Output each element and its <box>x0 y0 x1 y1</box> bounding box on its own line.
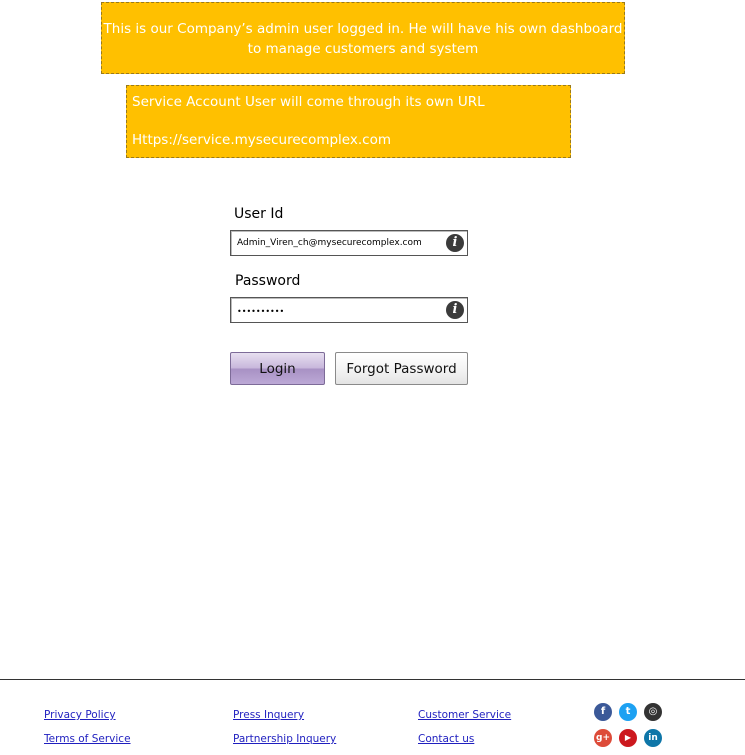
twitter-icon[interactable]: t <box>619 703 637 721</box>
password-label: Password <box>235 273 301 289</box>
user-id-label: User Id <box>234 206 284 222</box>
instagram-icon[interactable]: ◎ <box>644 703 662 721</box>
forgot-password-button[interactable]: Forgot Password <box>335 352 468 385</box>
service-annotation-text: Service Account User will come through i… <box>132 94 485 110</box>
service-annotation-note: Service Account User will come through i… <box>126 85 571 158</box>
footer-divider <box>0 679 745 680</box>
partnership-inquery-link[interactable]: Partnership Inquery <box>233 733 336 745</box>
admin-annotation-text: This is our Company’s admin user logged … <box>103 21 623 57</box>
password-input[interactable] <box>237 302 437 320</box>
info-icon[interactable]: i <box>446 301 464 319</box>
privacy-policy-link[interactable]: Privacy Policy <box>44 709 116 721</box>
user-id-field: i <box>230 230 468 256</box>
service-url-text: Https://service.mysecurecomplex.com <box>132 132 391 148</box>
info-icon[interactable]: i <box>446 234 464 252</box>
youtube-icon[interactable]: ▶ <box>619 729 637 747</box>
admin-annotation-note: This is our Company’s admin user logged … <box>101 2 625 74</box>
press-inquery-link[interactable]: Press Inquery <box>233 709 304 721</box>
login-button[interactable]: Login <box>230 352 325 385</box>
user-id-input[interactable] <box>237 234 437 252</box>
contact-us-link[interactable]: Contact us <box>418 733 474 745</box>
google-plus-icon[interactable]: g+ <box>594 729 612 747</box>
customer-service-link[interactable]: Customer Service <box>418 709 511 721</box>
password-field: i <box>230 297 468 323</box>
linkedin-icon[interactable]: in <box>644 729 662 747</box>
facebook-icon[interactable]: f <box>594 703 612 721</box>
terms-of-service-link[interactable]: Terms of Service <box>44 733 131 745</box>
